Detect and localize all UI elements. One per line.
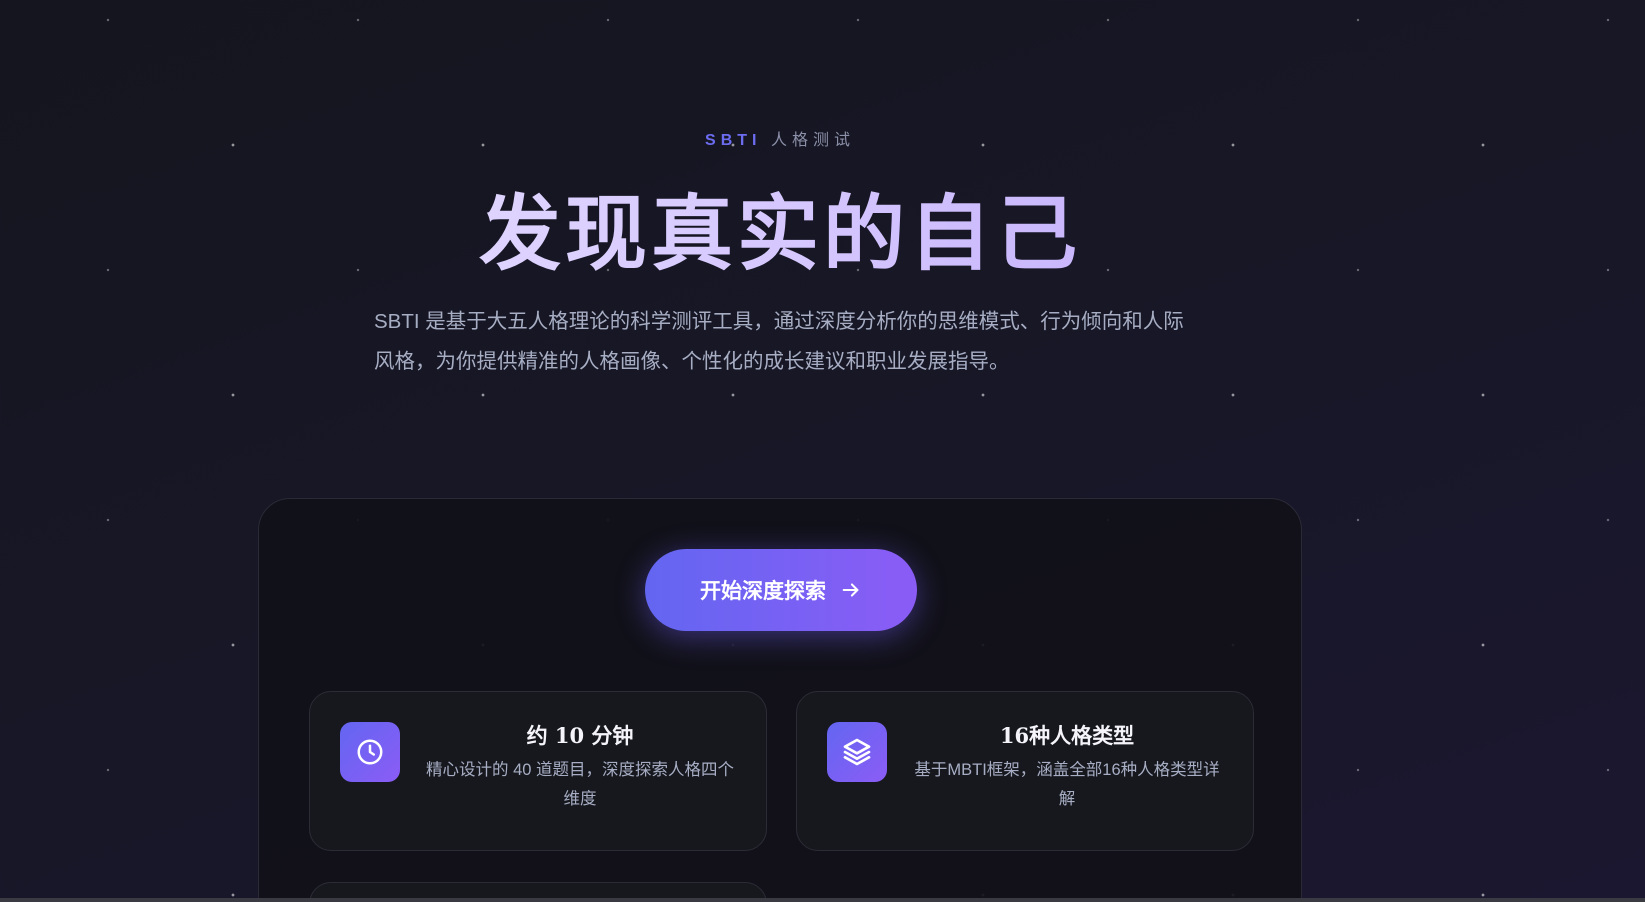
arrow-right-icon [842,583,859,597]
feature-description: 基于MBTI框架，涵盖全部16种人格类型详解 [914,761,1220,808]
hero-title: 发现真实的自己 [0,186,1560,282]
eyebrow-label: SBTI 人格测试 [0,126,1560,150]
hero-description: SBTI 是基于大五人格理论的科学测评工具，通过深度分析你的思维模式、行为倾向和… [374,310,1184,373]
feature-card-duration: 约 10 分钟 精心设计的 40 道题目，深度探索人格四个维度 [309,691,767,851]
start-exploration-button[interactable]: 开始深度探索 [645,549,917,631]
eyebrow-subtitle: 人格测试 [770,132,855,149]
clock-icon [357,739,383,765]
feature-title: 约 10 分钟 [526,723,634,748]
layers-icon [843,738,871,766]
feature-icon-box [827,722,887,782]
feature-icon-box [340,722,400,782]
start-button-label: 开始深度探索 [700,580,826,603]
horizontal-scrollbar[interactable] [0,898,1645,902]
feature-title: 16种人格类型 [999,723,1135,748]
feature-card-types: 16种人格类型 基于MBTI框架，涵盖全部16种人格类型详解 [796,691,1254,851]
eyebrow-brand: SBTI [705,132,762,149]
feature-description: 精心设计的 40 道题目，深度探索人格四个维度 [425,761,735,808]
